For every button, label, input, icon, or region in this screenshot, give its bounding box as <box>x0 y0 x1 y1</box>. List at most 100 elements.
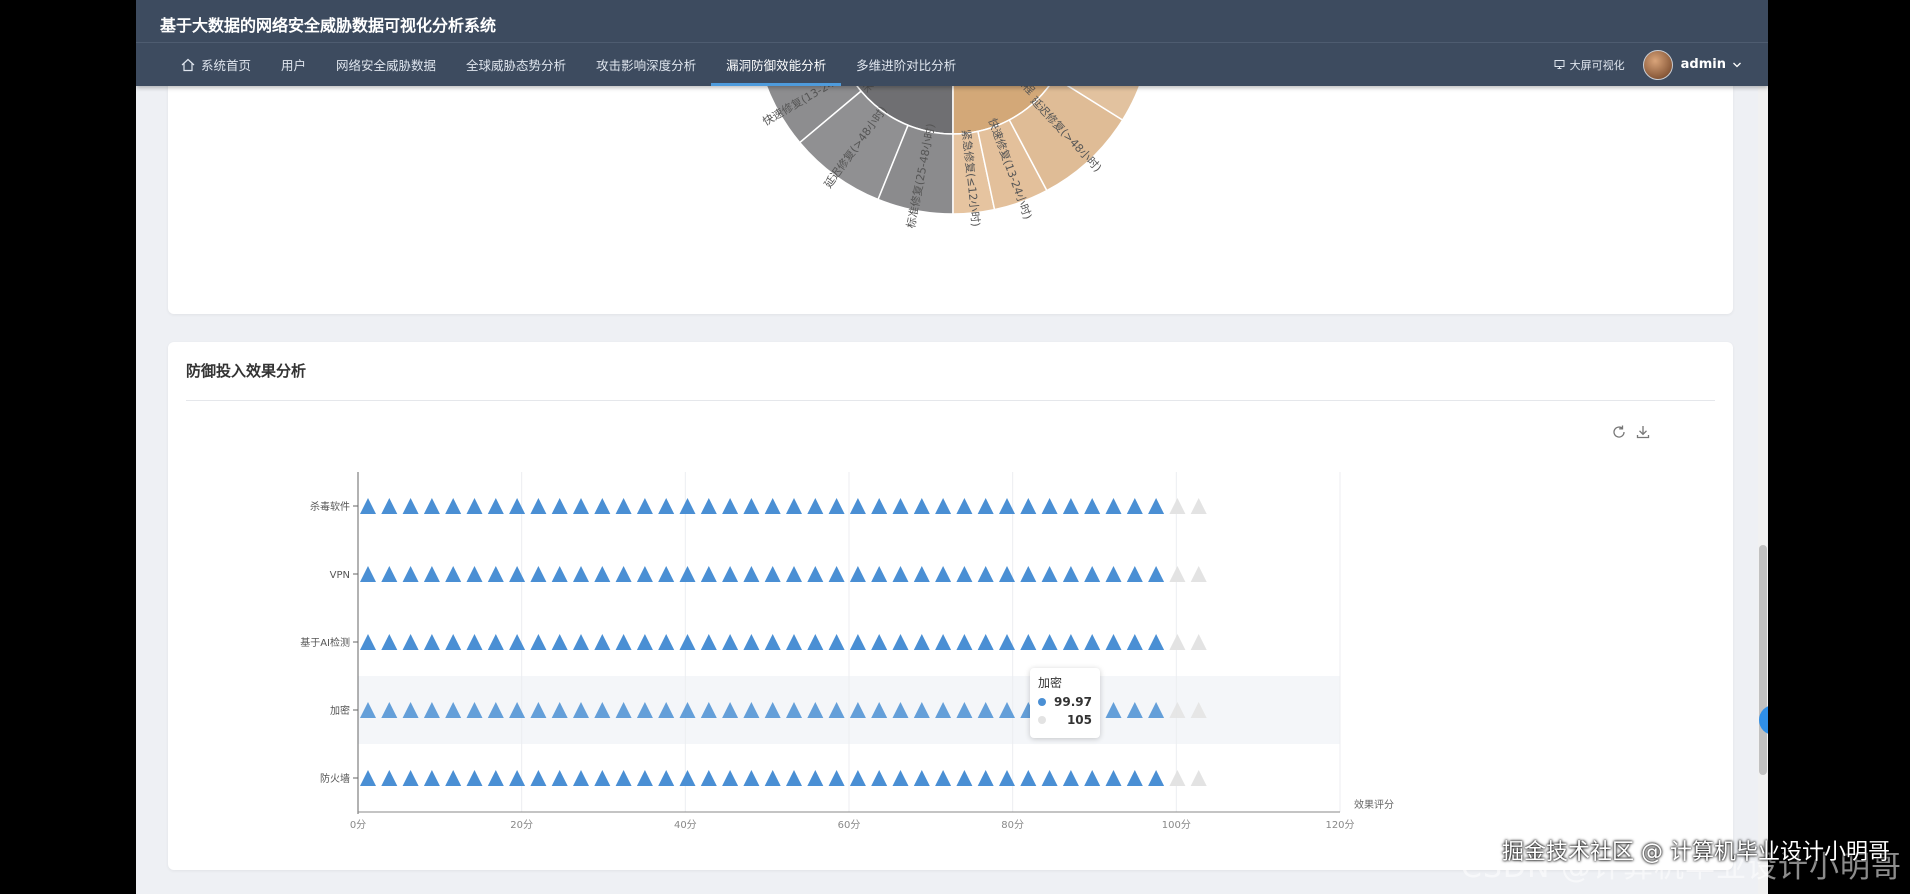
bar-symbol[interactable] <box>530 634 547 650</box>
bar-symbol[interactable] <box>913 634 930 650</box>
bar-symbol[interactable] <box>871 498 888 514</box>
bar-symbol[interactable] <box>977 566 994 582</box>
bar-symbol[interactable] <box>1041 498 1058 514</box>
bar-symbol[interactable] <box>700 770 717 786</box>
bar-symbol[interactable] <box>636 498 653 514</box>
bar-symbol[interactable] <box>594 566 611 582</box>
bar-symbol[interactable] <box>423 770 440 786</box>
bar-symbol[interactable] <box>913 770 930 786</box>
nav-item-vuln-defense[interactable]: 漏洞防御效能分析 <box>711 43 842 86</box>
bar-symbol[interactable] <box>1020 498 1037 514</box>
bar-symbol[interactable] <box>551 634 568 650</box>
bar-symbol[interactable] <box>1041 566 1058 582</box>
bar-symbol[interactable] <box>722 498 739 514</box>
bar-symbol[interactable] <box>573 498 589 514</box>
bar-symbol[interactable] <box>1126 770 1143 786</box>
bar-symbol[interactable] <box>849 498 866 514</box>
bar-symbol[interactable] <box>935 566 952 582</box>
bar-symbol[interactable] <box>658 634 675 650</box>
bar-symbol[interactable] <box>807 566 824 582</box>
bar-symbol[interactable] <box>487 566 504 582</box>
bar-symbol[interactable] <box>402 498 419 514</box>
bar-symbol[interactable] <box>700 634 717 650</box>
bar-symbol[interactable] <box>956 634 973 650</box>
bar-symbol[interactable] <box>679 566 696 582</box>
bar-symbol[interactable] <box>551 770 568 786</box>
bar-symbol[interactable] <box>551 566 568 582</box>
bar-symbol[interactable] <box>764 566 781 582</box>
bar-symbol-background[interactable] <box>1169 566 1186 582</box>
bar-symbol[interactable] <box>828 566 845 582</box>
bar-symbol[interactable] <box>828 770 845 786</box>
bar-symbol[interactable] <box>743 498 760 514</box>
nav-item-multi-compare[interactable]: 多维进阶对比分析 <box>841 43 971 86</box>
bar-symbol-background[interactable] <box>1190 634 1207 650</box>
username[interactable]: admin <box>1681 57 1726 72</box>
bar-symbol[interactable] <box>1062 770 1079 786</box>
bar-symbol[interactable] <box>807 770 824 786</box>
bar-symbol[interactable] <box>402 634 419 650</box>
bar-symbol[interactable] <box>381 634 398 650</box>
bar-symbol[interactable] <box>466 770 483 786</box>
bigscreen-button[interactable]: 大屏可视化 <box>1554 57 1625 73</box>
bar-symbol[interactable] <box>764 498 781 514</box>
bar-symbol[interactable] <box>764 770 781 786</box>
scrollbar-thumb[interactable] <box>1759 545 1767 775</box>
bar-symbol[interactable] <box>1126 634 1143 650</box>
bar-symbol[interactable] <box>828 498 845 514</box>
bar-symbol[interactable] <box>509 770 526 786</box>
bar-symbol[interactable] <box>445 770 462 786</box>
scrollbar[interactable] <box>1758 0 1768 894</box>
bar-symbol[interactable] <box>913 498 930 514</box>
avatar[interactable] <box>1642 49 1673 80</box>
bar-symbol[interactable] <box>573 566 589 582</box>
bar-symbol[interactable] <box>871 634 888 650</box>
bar-symbol[interactable] <box>381 498 398 514</box>
bar-symbol[interactable] <box>615 566 632 582</box>
bar-symbol[interactable] <box>445 566 462 582</box>
bar-symbol[interactable] <box>786 566 802 582</box>
bar-symbol[interactable] <box>509 498 526 514</box>
bar-symbol[interactable] <box>466 566 483 582</box>
bar-symbol[interactable] <box>722 566 739 582</box>
bar-symbol[interactable] <box>892 770 909 786</box>
bar-symbol[interactable] <box>722 770 739 786</box>
bar-symbol[interactable] <box>700 566 717 582</box>
bar-symbol[interactable] <box>1148 634 1165 650</box>
nav-item-home[interactable]: 系统首页 <box>166 43 266 86</box>
bar-symbol[interactable] <box>977 498 994 514</box>
bar-symbol[interactable] <box>1126 498 1143 514</box>
bar-symbol[interactable] <box>1148 566 1165 582</box>
bar-symbol[interactable] <box>487 498 504 514</box>
bar-symbol[interactable] <box>722 634 739 650</box>
bar-symbol[interactable] <box>1084 634 1101 650</box>
bar-symbol[interactable] <box>892 566 909 582</box>
bar-symbol[interactable] <box>892 634 909 650</box>
bar-symbol[interactable] <box>402 566 419 582</box>
bar-symbol[interactable] <box>594 498 611 514</box>
bar-symbol[interactable] <box>509 566 526 582</box>
bar-symbol[interactable] <box>658 498 675 514</box>
bar-symbol[interactable] <box>360 498 376 514</box>
bar-symbol[interactable] <box>1105 770 1122 786</box>
bar-symbol[interactable] <box>807 498 824 514</box>
bar-symbol[interactable] <box>360 566 376 582</box>
bar-symbol[interactable] <box>849 566 866 582</box>
bar-symbol[interactable] <box>956 566 973 582</box>
bar-symbol[interactable] <box>700 498 717 514</box>
bar-symbol[interactable] <box>466 634 483 650</box>
nav-item-attack-impact[interactable]: 攻击影响深度分析 <box>581 43 711 86</box>
bar-symbol[interactable] <box>849 634 866 650</box>
bar-symbol[interactable] <box>1084 770 1101 786</box>
bar-symbol[interactable] <box>956 498 973 514</box>
bar-symbol[interactable] <box>530 498 547 514</box>
bar-symbol[interactable] <box>1041 770 1058 786</box>
bar-symbol[interactable] <box>892 498 909 514</box>
bar-symbol[interactable] <box>573 634 589 650</box>
bar-symbol[interactable] <box>679 498 696 514</box>
bar-symbol-background[interactable] <box>1190 566 1207 582</box>
bar-symbol[interactable] <box>487 634 504 650</box>
bar-symbol[interactable] <box>423 498 440 514</box>
bar-symbol[interactable] <box>615 770 632 786</box>
bar-symbol[interactable] <box>594 634 611 650</box>
